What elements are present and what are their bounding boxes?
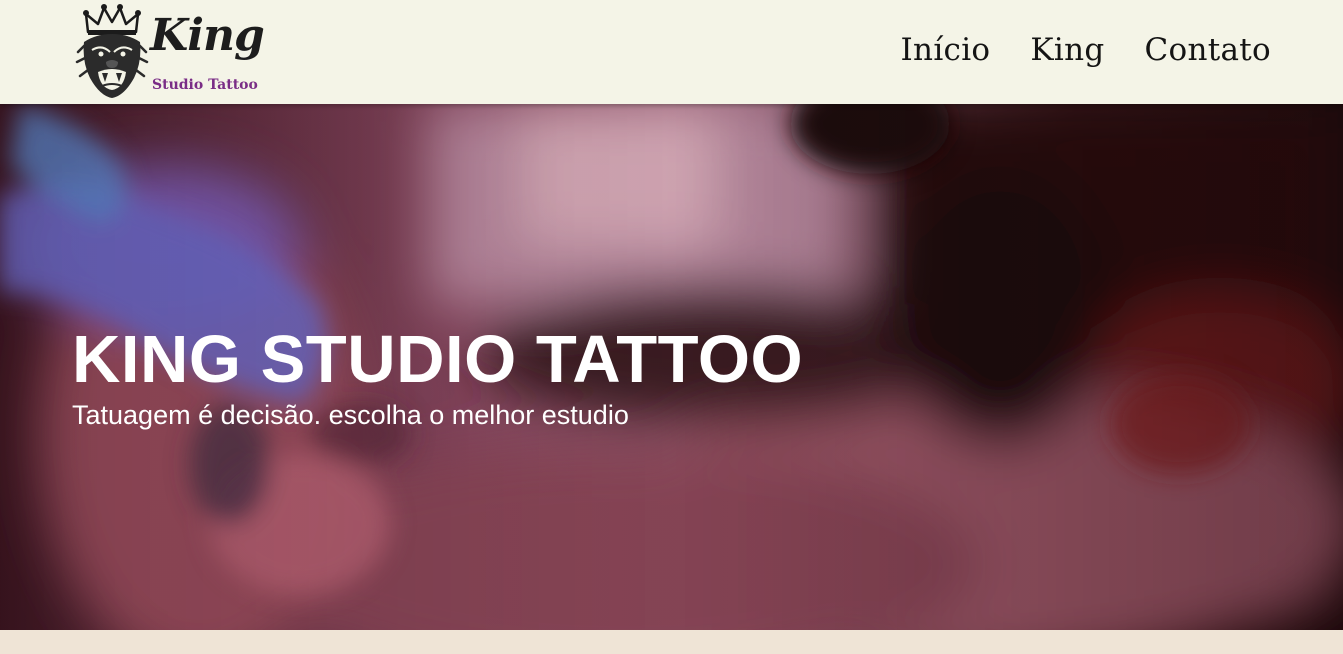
- nav-link-contato[interactable]: Contato: [1144, 32, 1271, 69]
- page-section-divider: [0, 630, 1343, 654]
- main-nav: Início King Contato: [901, 32, 1271, 69]
- logo-title: King: [150, 10, 265, 61]
- hero-title: KING STUDIO TATTOO: [72, 322, 804, 397]
- hero-subtitle: Tatuagem é decisão. escolha o melhor est…: [72, 400, 629, 430]
- hero-banner: KING STUDIO TATTOO Tatuagem é decisão. e…: [0, 104, 1343, 630]
- site-header: King Studio Tattoo Início King Contato: [0, 0, 1343, 104]
- gorilla-crown-icon: [75, 4, 149, 98]
- site-logo[interactable]: King Studio Tattoo: [74, 2, 265, 100]
- nav-link-inicio[interactable]: Início: [901, 32, 991, 69]
- logo-subtitle: Studio Tattoo: [152, 77, 258, 93]
- nav-link-king[interactable]: King: [1030, 32, 1104, 69]
